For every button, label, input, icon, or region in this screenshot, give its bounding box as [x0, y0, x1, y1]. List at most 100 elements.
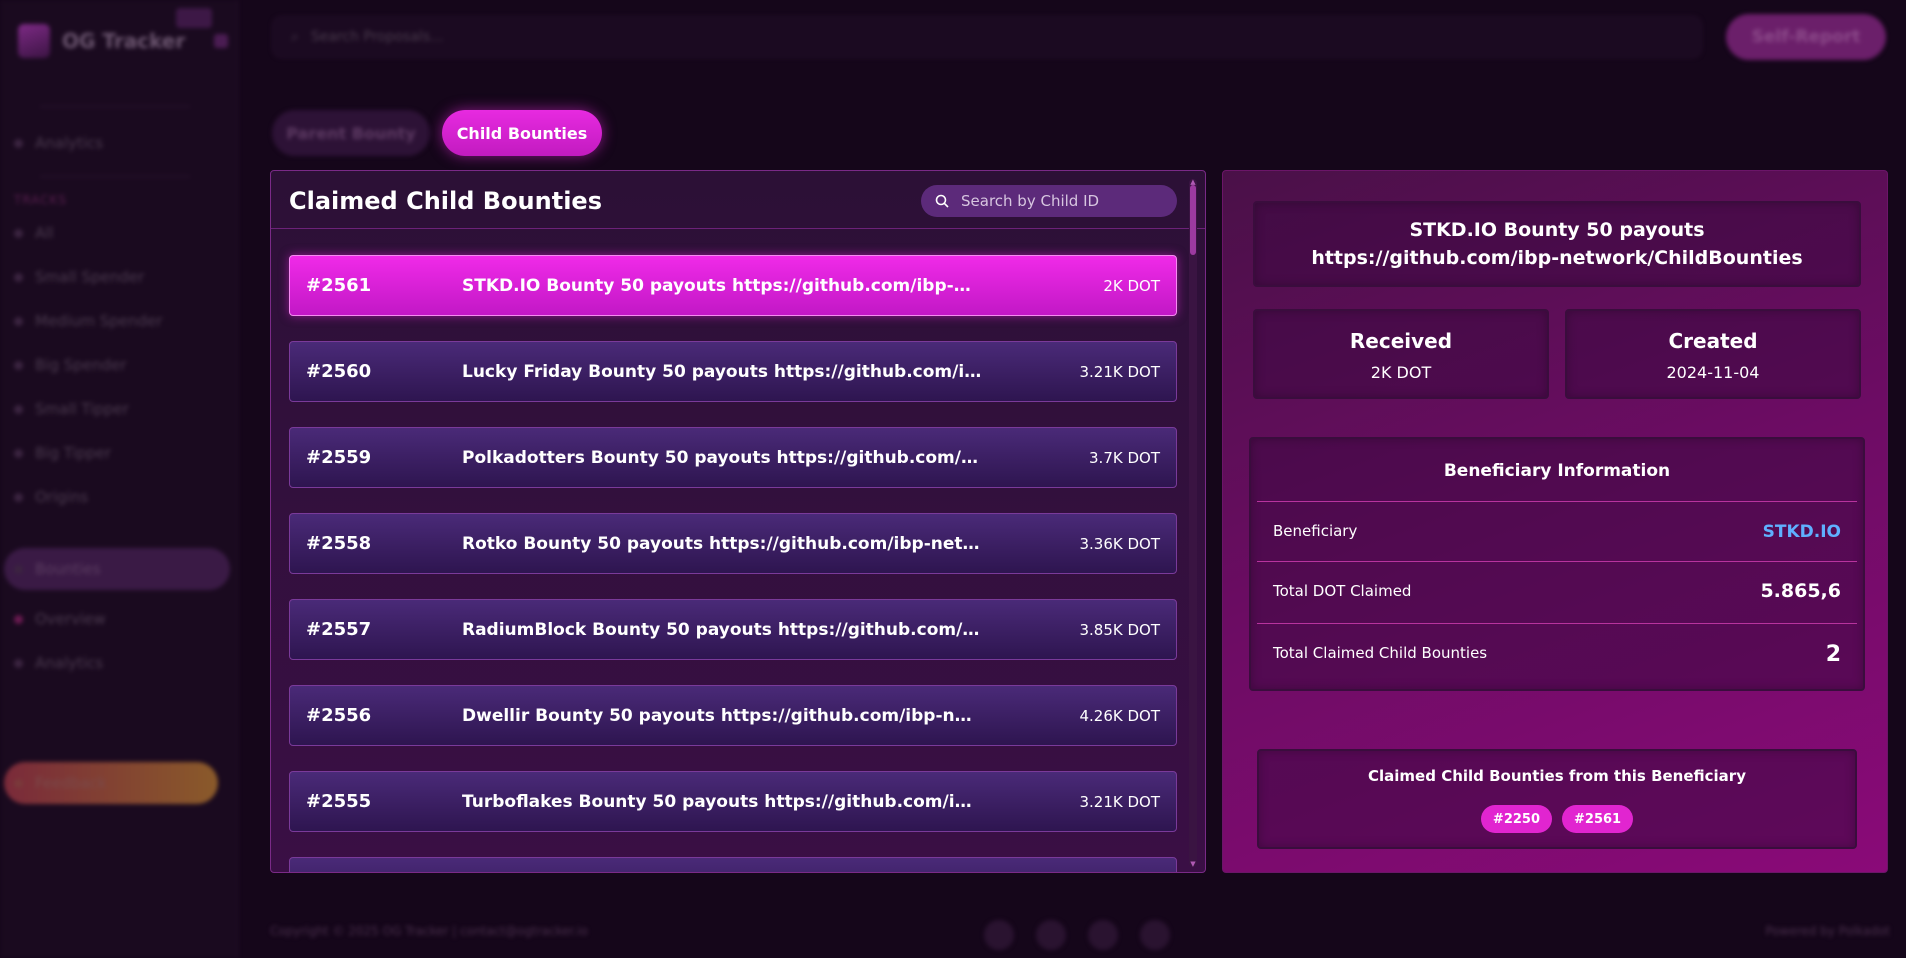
dot-icon	[14, 614, 23, 624]
total-dot-label: Total DOT Claimed	[1273, 582, 1412, 600]
self-report-button[interactable]: Self-Report	[1726, 14, 1886, 60]
claimed-from-title: Claimed Child Bounties from this Benefic…	[1368, 767, 1746, 785]
github-icon[interactable]	[1088, 920, 1118, 950]
sidebar: OG Tracker Analytics TRACKS All Small Sp…	[0, 0, 238, 958]
list-item[interactable]: #2558 Rotko Bounty 50 payouts https://gi…	[289, 513, 1177, 574]
total-claimed-label: Total Claimed Child Bounties	[1273, 644, 1488, 662]
sidebar-item-label: Bounties	[35, 560, 101, 578]
feedback-icon	[14, 778, 23, 788]
tab-parent-bounty[interactable]: Parent Bounty	[272, 110, 430, 156]
beneficiary-label: Beneficiary	[1273, 522, 1358, 540]
sidebar-item-label: Feedback	[35, 774, 107, 792]
list-header: Claimed Child Bounties	[271, 171, 1205, 229]
row-id: #2560	[306, 361, 372, 382]
feedback-label: Feedback	[14, 774, 106, 792]
row-amount: 3.21K DOT	[1079, 362, 1160, 381]
sidebar-item-label: Analytics	[35, 654, 104, 672]
list-item[interactable]	[289, 857, 1177, 872]
row-title: STKD.IO Bounty 50 payouts https://github…	[462, 275, 982, 296]
sidebar-item-big-tipper[interactable]: Big Tipper	[14, 444, 111, 462]
row-id: #2561	[306, 275, 372, 296]
telegram-icon[interactable]	[1036, 920, 1066, 950]
beneficiary-row: Beneficiary STKD.IO	[1257, 501, 1857, 561]
child-id-search-input[interactable]	[961, 192, 1161, 210]
logo-icon	[18, 24, 50, 58]
search-icon: ⌕	[291, 29, 299, 45]
row-id: #2558	[306, 533, 372, 554]
sidebar-item-label: Small Tipper	[35, 400, 129, 418]
total-claimed-row: Total Claimed Child Bounties 2	[1257, 623, 1857, 683]
row-amount: 3.85K DOT	[1079, 620, 1160, 639]
chevron-right-icon	[14, 316, 23, 326]
row-id: #2559	[306, 447, 372, 468]
total-claimed-value: 2	[1825, 642, 1841, 667]
row-title: Polkadotters Bounty 50 payouts https://g…	[462, 447, 982, 468]
social-links	[984, 920, 1170, 950]
row-title: Rotko Bounty 50 payouts https://github.c…	[462, 533, 982, 554]
child-id-search[interactable]	[921, 185, 1177, 217]
list-scrollbar[interactable]: ▲ ▼	[1189, 179, 1197, 868]
chevron-right-icon	[14, 448, 23, 458]
row-amount: 3.21K DOT	[1079, 792, 1160, 811]
list-item[interactable]: #2561 STKD.IO Bounty 50 payouts https://…	[289, 255, 1177, 316]
list-item[interactable]: #2555 Turboflakes Bounty 50 payouts http…	[289, 771, 1177, 832]
detail-title: STKD.IO Bounty 50 payouts https://github…	[1253, 201, 1861, 287]
list-item[interactable]: #2557 RadiumBlock Bounty 50 payouts http…	[289, 599, 1177, 660]
sidebar-item-origins[interactable]: Origins	[14, 488, 88, 506]
list-title: Claimed Child Bounties	[289, 187, 602, 215]
sidebar-item-bounty-analytics[interactable]: Analytics	[14, 654, 103, 672]
collapse-icon[interactable]	[214, 34, 228, 48]
sidebar-item-bounties-label: Bounties	[14, 560, 101, 578]
sidebar-item-label: Big Tipper	[35, 444, 112, 462]
sidebar-item-analytics[interactable]: Analytics	[14, 134, 103, 152]
sidebar-item-big-spender[interactable]: Big Spender	[14, 356, 126, 374]
scroll-down-icon[interactable]: ▼	[1189, 861, 1197, 868]
received-label: Received	[1349, 329, 1453, 353]
beneficiary-value: STKD.IO	[1763, 520, 1841, 542]
row-id: #2556	[306, 705, 372, 726]
sidebar-item-medium-spender[interactable]: Medium Spender	[14, 312, 162, 330]
divider	[40, 176, 190, 177]
bounty-detail-panel: STKD.IO Bounty 50 payouts https://github…	[1222, 170, 1888, 873]
scrollbar-thumb[interactable]	[1190, 185, 1196, 255]
list-item[interactable]: #2556 Dwellir Bounty 50 payouts https://…	[289, 685, 1177, 746]
footer-powered: Powered by Polkadot	[1765, 924, 1890, 938]
discord-icon[interactable]	[1140, 920, 1170, 950]
chevron-right-icon	[14, 492, 23, 502]
received-card: Received 2K DOT	[1253, 309, 1549, 399]
dot-icon	[14, 658, 23, 668]
beneficiary-link[interactable]: STKD.IO	[1763, 522, 1841, 542]
row-title: Lucky Friday Bounty 50 payouts https://g…	[462, 361, 982, 382]
divider	[40, 106, 190, 107]
sidebar-item-all[interactable]: All	[14, 224, 54, 242]
top-search-input[interactable]: ⌕ Search Proposals...	[272, 16, 1702, 58]
total-dot-value: 5.865,6	[1760, 580, 1841, 602]
beneficiary-title: Beneficiary Information	[1443, 461, 1671, 481]
version-badge	[176, 8, 212, 28]
chart-icon	[14, 138, 23, 148]
received-value: 2K DOT	[1370, 363, 1432, 382]
sidebar-item-small-spender[interactable]: Small Spender	[14, 268, 144, 286]
top-search-placeholder: Search Proposals...	[310, 29, 444, 45]
bounty-icon	[14, 564, 23, 574]
list-item[interactable]: #2559 Polkadotters Bounty 50 payouts htt…	[289, 427, 1177, 488]
tab-child-bounties[interactable]: Child Bounties	[442, 110, 602, 156]
chevron-right-icon	[14, 272, 23, 282]
bounty-chip[interactable]: #2250	[1480, 805, 1552, 833]
sidebar-item-label: Overview	[35, 610, 106, 628]
row-id: #2555	[306, 791, 372, 812]
row-title: Dwellir Bounty 50 payouts https://github…	[462, 705, 982, 726]
list-item[interactable]: #2560 Lucky Friday Bounty 50 payouts htt…	[289, 341, 1177, 402]
row-amount: 4.26K DOT	[1079, 706, 1160, 725]
brand[interactable]: OG Tracker	[18, 24, 185, 58]
beneficiary-info-card: Beneficiary Information Beneficiary STKD…	[1249, 437, 1865, 691]
footer-copyright: Copyright © 2025 OG Tracker | contact@og…	[270, 924, 588, 938]
sidebar-item-label: Big Spender	[35, 356, 127, 374]
search-icon	[935, 194, 949, 208]
bounty-chip[interactable]: #2561	[1562, 805, 1634, 833]
sidebar-item-overview[interactable]: Overview	[14, 610, 106, 628]
sidebar-item-small-tipper[interactable]: Small Tipper	[14, 400, 129, 418]
row-amount: 3.36K DOT	[1079, 534, 1160, 553]
x-icon[interactable]	[984, 920, 1014, 950]
row-amount: 2K DOT	[1103, 276, 1160, 295]
